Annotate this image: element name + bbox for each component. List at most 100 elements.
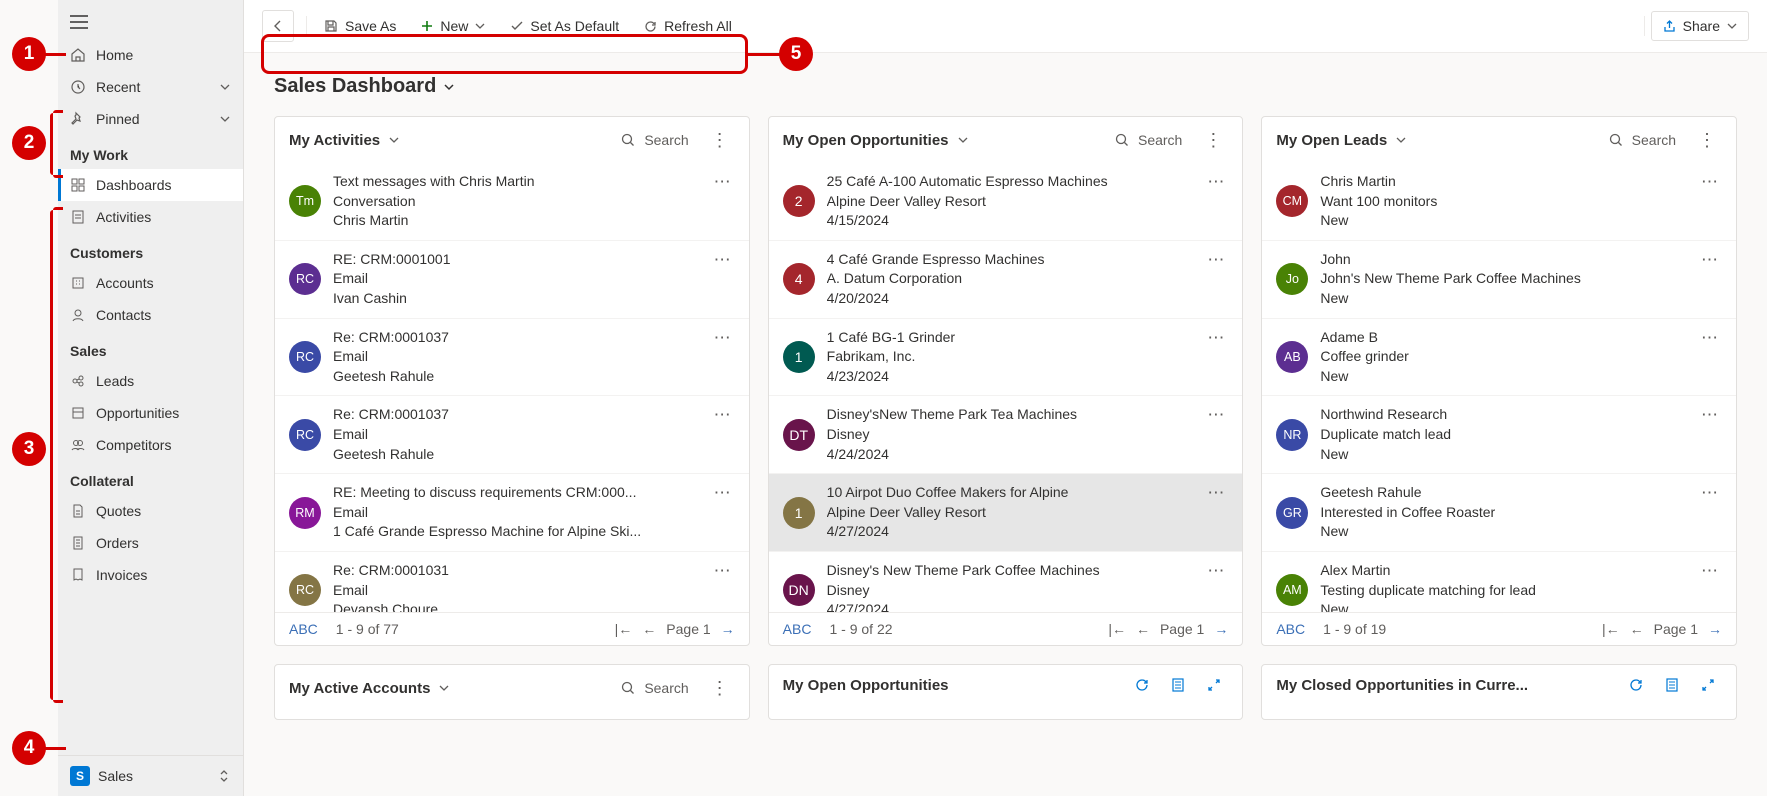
row-more-button[interactable]: ⋯ (710, 561, 735, 581)
abc-filter[interactable]: ABC (1276, 621, 1305, 637)
list-item[interactable]: 110 Airpot Duo Coffee Makers for AlpineA… (769, 474, 1243, 552)
row-more-button[interactable]: ⋯ (1203, 328, 1228, 348)
prev-page-icon[interactable]: ← (1630, 621, 1644, 637)
area-switcher[interactable]: S Sales (58, 755, 243, 796)
dashboard-selector[interactable]: Sales Dashboard (274, 63, 1737, 116)
list-item[interactable]: 44 Café Grande Espresso MachinesA. Datum… (769, 241, 1243, 319)
row-more-button[interactable]: ⋯ (1697, 405, 1722, 425)
nav-home[interactable]: Home (58, 39, 243, 71)
row-more-button[interactable]: ⋯ (1203, 250, 1228, 270)
chevron-down-icon[interactable] (957, 134, 969, 146)
row-more-button[interactable]: ⋯ (1697, 250, 1722, 270)
refresh-all-button[interactable]: Refresh All (633, 12, 742, 40)
row-more-button[interactable]: ⋯ (710, 250, 735, 270)
list-item[interactable]: DTDisney'sNew Theme Park Tea MachinesDis… (769, 396, 1243, 474)
list-item[interactable]: ABAdame BCoffee grinderNew⋯ (1262, 319, 1736, 397)
expand-button[interactable] (1694, 675, 1722, 695)
refresh-chart-button[interactable] (1128, 675, 1156, 695)
card-title[interactable]: My Open Leads (1276, 132, 1387, 149)
list-item[interactable]: TmText messages with Chris MartinConvers… (275, 163, 749, 241)
row-more-button[interactable]: ⋯ (1697, 328, 1722, 348)
row-more-button[interactable]: ⋯ (1203, 561, 1228, 581)
card-title[interactable]: My Active Accounts (289, 680, 430, 697)
list-item[interactable]: CMChris MartinWant 100 monitorsNew⋯ (1262, 163, 1736, 241)
row-line: 10 Airpot Duo Coffee Makers for Alpine (827, 483, 1192, 503)
list-item[interactable]: RMRE: Meeting to discuss requirements CR… (275, 474, 749, 552)
prev-page-icon[interactable]: ← (642, 621, 656, 637)
set-default-button[interactable]: Set As Default (500, 12, 629, 40)
save-as-button[interactable]: Save As (313, 12, 406, 40)
card-search[interactable]: Search (1601, 128, 1684, 152)
nav-invoices[interactable]: Invoices (58, 559, 243, 591)
first-page-icon[interactable]: |← (1108, 621, 1126, 637)
share-button[interactable]: Share (1651, 11, 1749, 41)
chevron-down-icon[interactable] (388, 134, 400, 146)
nav-label: Dashboards (96, 177, 231, 193)
row-more-button[interactable]: ⋯ (1203, 172, 1228, 192)
card-title[interactable]: My Open Opportunities (783, 132, 949, 149)
nav-competitors[interactable]: Competitors (58, 429, 243, 461)
nav-recent[interactable]: Recent (58, 71, 243, 103)
leads-icon (70, 373, 86, 389)
list-item[interactable]: GRGeetesh RahuleInterested in Coffee Roa… (1262, 474, 1736, 552)
row-more-button[interactable]: ⋯ (1203, 483, 1228, 503)
first-page-icon[interactable]: |← (615, 621, 633, 637)
next-page-icon[interactable]: → (721, 621, 735, 637)
card-more-button[interactable]: ⋮ (1692, 127, 1722, 153)
card-more-button[interactable]: ⋮ (705, 675, 735, 701)
refresh-chart-button[interactable] (1622, 675, 1650, 695)
rank-badge: 1 (783, 341, 815, 373)
nav-contacts[interactable]: Contacts (58, 299, 243, 331)
first-page-icon[interactable]: |← (1602, 621, 1620, 637)
list-item[interactable]: 11 Café BG-1 GrinderFabrikam, Inc.4/23/2… (769, 319, 1243, 397)
card-search[interactable]: Search (1107, 128, 1190, 152)
chevron-down-icon[interactable] (1395, 134, 1407, 146)
list-item[interactable]: NRNorthwind ResearchDuplicate match lead… (1262, 396, 1736, 474)
row-more-button[interactable]: ⋯ (710, 172, 735, 192)
nav-pinned[interactable]: Pinned (58, 103, 243, 135)
list-item[interactable]: RCRE: CRM:0001001EmailIvan Cashin⋯ (275, 241, 749, 319)
chevron-down-icon[interactable] (438, 682, 450, 694)
records-button[interactable] (1164, 675, 1192, 695)
row-more-button[interactable]: ⋯ (710, 405, 735, 425)
row-more-button[interactable]: ⋯ (710, 483, 735, 503)
card-more-button[interactable]: ⋮ (705, 127, 735, 153)
list-item[interactable]: JoJohnJohn's New Theme Park Coffee Machi… (1262, 241, 1736, 319)
list-item[interactable]: DNDisney's New Theme Park Coffee Machine… (769, 552, 1243, 612)
nav-activities[interactable]: Activities (58, 201, 243, 233)
abc-filter[interactable]: ABC (289, 621, 318, 637)
hamburger-menu[interactable] (58, 0, 243, 39)
row-line: Fabrikam, Inc. (827, 347, 1192, 367)
nav-opportunities[interactable]: Opportunities (58, 397, 243, 429)
prev-page-icon[interactable]: ← (1136, 621, 1150, 637)
row-more-button[interactable]: ⋯ (1203, 405, 1228, 425)
card-search[interactable]: Search (613, 128, 696, 152)
list-item[interactable]: 225 Café A-100 Automatic Espresso Machin… (769, 163, 1243, 241)
next-page-icon[interactable]: → (1708, 621, 1722, 637)
list-item[interactable]: RCRe: CRM:0001031EmailDevansh Choure⋯ (275, 552, 749, 612)
nav-accounts[interactable]: Accounts (58, 267, 243, 299)
avatar: RM (289, 497, 321, 529)
list-item[interactable]: AMAlex MartinTesting duplicate matching … (1262, 552, 1736, 612)
nav-quotes[interactable]: Quotes (58, 495, 243, 527)
nav-leads[interactable]: Leads (58, 365, 243, 397)
row-more-button[interactable]: ⋯ (710, 328, 735, 348)
row-more-button[interactable]: ⋯ (1697, 172, 1722, 192)
row-more-button[interactable]: ⋯ (1697, 483, 1722, 503)
next-page-icon[interactable]: → (1214, 621, 1228, 637)
list-item[interactable]: RCRe: CRM:0001037EmailGeetesh Rahule⋯ (275, 319, 749, 397)
nav-dashboards[interactable]: Dashboards (58, 169, 243, 201)
new-button[interactable]: New (410, 12, 496, 40)
expand-button[interactable] (1200, 675, 1228, 695)
check-icon (510, 19, 524, 33)
card-more-button[interactable]: ⋮ (1198, 127, 1228, 153)
records-button[interactable] (1658, 675, 1686, 695)
row-more-button[interactable]: ⋯ (1697, 561, 1722, 581)
card-title[interactable]: My Activities (289, 132, 380, 149)
rank-badge: 4 (783, 263, 815, 295)
card-search[interactable]: Search (613, 676, 696, 700)
nav-orders[interactable]: Orders (58, 527, 243, 559)
list-item[interactable]: RCRe: CRM:0001037EmailGeetesh Rahule⋯ (275, 396, 749, 474)
abc-filter[interactable]: ABC (783, 621, 812, 637)
back-button[interactable] (262, 10, 294, 42)
